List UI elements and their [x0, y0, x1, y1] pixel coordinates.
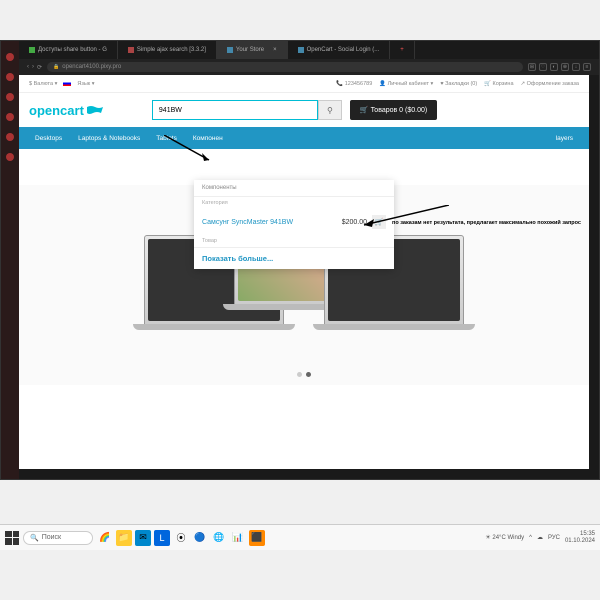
windows-taskbar: 🔍 Поиск 🌈 📁 ✉ L ⦿ 🔵 🌐 📊 ⬛ ☀ 24°C Windy ^… [0, 524, 600, 550]
nav-laptops[interactable]: Laptops & Notebooks [70, 129, 148, 148]
tab-strip: Доступы share button - G Simple ajax sea… [19, 41, 599, 59]
store-header: opencart ⚲ 🛒 Товаров 0 ($0.00) [19, 93, 589, 127]
page-content: $ Валюта ▾ Язык ▾ 📞 123456789 👤 Личный к… [19, 75, 589, 469]
weather-widget[interactable]: ☀ 24°C Windy [485, 534, 524, 541]
taskbar-app-icon[interactable]: 🌈 [97, 530, 113, 546]
taskbar-app-icon[interactable]: ⬛ [249, 530, 265, 546]
tray-icon[interactable]: ☁ [537, 534, 543, 541]
language-indicator[interactable]: РУС [548, 535, 560, 541]
taskbar-app-icon[interactable]: 📁 [116, 530, 132, 546]
carousel-dot[interactable] [306, 372, 311, 377]
start-button[interactable] [5, 531, 19, 545]
ext-icon[interactable]: ⊕ [561, 63, 569, 71]
nav-desktops[interactable]: Desktops [27, 129, 70, 148]
search-input[interactable] [152, 100, 318, 120]
carousel-dots [297, 372, 311, 377]
tab-2[interactable]: Simple ajax search [3.3.2] [118, 41, 217, 59]
tray-icon[interactable]: ^ [529, 535, 532, 541]
taskbar-app-icon[interactable]: L [154, 530, 170, 546]
url-text: opencart4100.pixy.pro [62, 64, 121, 70]
carousel-dot[interactable] [297, 372, 302, 377]
main-nav: Desktops Laptops & Notebooks Tablets Ком… [19, 127, 589, 149]
menu-icon[interactable]: ≡ [583, 63, 591, 71]
forward-icon[interactable]: › [32, 64, 34, 71]
taskbar-app-icon[interactable]: 🌐 [211, 530, 227, 546]
address-bar[interactable]: 🔒 opencart4100.pixy.pro [47, 62, 523, 72]
taskbar-app-icon[interactable]: ✉ [135, 530, 151, 546]
search-icon: ⚲ [327, 106, 333, 115]
phone-link[interactable]: 📞 123456789 [336, 81, 372, 87]
browser-sidebar [1, 41, 19, 479]
ext-icon[interactable]: ♡ [539, 63, 547, 71]
tab-4[interactable]: OpenCart - Social Login (... [288, 41, 391, 59]
show-more-link[interactable]: Показать больше... [194, 248, 394, 269]
address-bar-row: ‹ › ⟳ 🔒 opencart4100.pixy.pro ⊞ ♡ ◐ ⊕ ↓ … [19, 59, 599, 75]
search-button[interactable]: ⚲ [318, 100, 342, 120]
browser-window: Доступы share button - G Simple ajax sea… [0, 40, 600, 480]
cart-button[interactable]: 🛒 Товаров 0 ($0.00) [350, 100, 437, 120]
store-topbar: $ Валюта ▾ Язык ▾ 📞 123456789 👤 Личный к… [19, 75, 589, 93]
language-selector[interactable]: Язык ▾ [77, 81, 94, 87]
account-link[interactable]: 👤 Личный кабинет ▾ [379, 81, 433, 87]
wishlist-link[interactable]: ♥ Закладки (0) [440, 81, 477, 87]
ext-icon[interactable]: ◐ [550, 63, 558, 71]
tab-1[interactable]: Доступы share button - G [19, 41, 118, 59]
taskbar-app-icon[interactable]: 🔵 [192, 530, 208, 546]
reload-icon[interactable]: ⟳ [37, 64, 42, 71]
taskbar-search[interactable]: 🔍 Поиск [23, 531, 93, 545]
dropdown-header: Компоненты [194, 180, 394, 197]
nav-players[interactable]: layers [548, 129, 581, 148]
back-icon[interactable]: ‹ [27, 64, 29, 71]
logo[interactable]: opencart [29, 103, 104, 118]
checkout-link[interactable]: ↗ Оформление заказа [521, 81, 580, 87]
lock-icon: 🔒 [53, 64, 59, 70]
flag-icon [63, 81, 71, 86]
cart-link[interactable]: 🛒 Корзина [484, 81, 513, 87]
result-name: Самсунг SyncMaster 941BW [202, 219, 293, 226]
tab-3[interactable]: Your Store× [217, 41, 288, 59]
ext-icon[interactable]: ⊞ [528, 63, 536, 71]
annotation-arrow-1 [164, 135, 214, 165]
currency-selector[interactable]: $ Валюта ▾ [29, 81, 57, 87]
taskbar-app-icon[interactable]: 📊 [230, 530, 246, 546]
clock[interactable]: 15:35 01.10.2024 [565, 531, 595, 544]
taskbar-app-icon[interactable]: ⦿ [173, 530, 189, 546]
annotation-text: по заказам нет результата, предлагает ма… [392, 220, 581, 226]
download-icon[interactable]: ↓ [572, 63, 580, 71]
new-tab[interactable]: + [390, 41, 415, 59]
